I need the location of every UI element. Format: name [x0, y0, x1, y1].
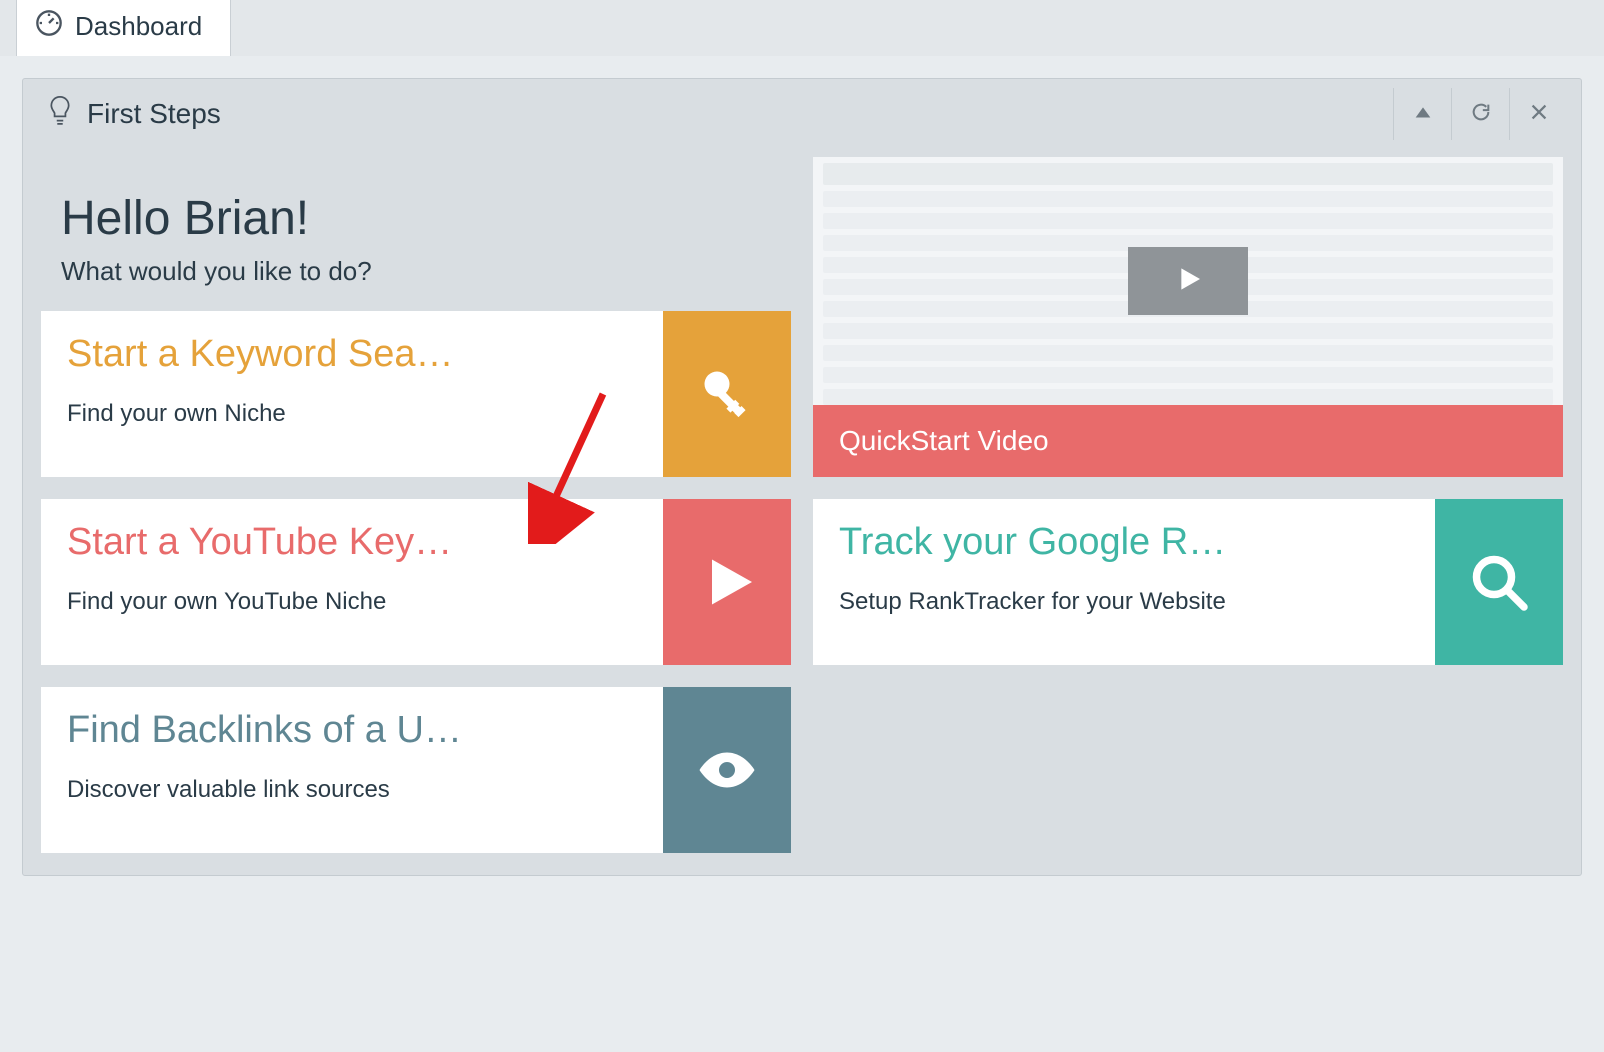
video-play-button[interactable] [1128, 247, 1248, 315]
video-label: QuickStart Video [813, 405, 1563, 477]
close-icon [1528, 101, 1550, 128]
quickstart-video-card[interactable]: QuickStart Video [813, 157, 1563, 477]
find-backlinks-card[interactable]: Find Backlinks of a U… Discover valuable… [41, 687, 791, 853]
gauge-icon [35, 9, 63, 44]
track-card-cell: Track your Google R… Setup RankTracker f… [813, 499, 1563, 665]
first-steps-panel: First Steps [22, 78, 1582, 876]
key-icon [663, 311, 791, 477]
youtube-card-cell: Start a YouTube Key… Find your own YouTu… [41, 499, 791, 665]
card-title: Start a YouTube Key… [67, 521, 637, 564]
tab-label: Dashboard [75, 11, 202, 42]
greeting-sub: What would you like to do? [61, 256, 771, 287]
refresh-button[interactable] [1451, 88, 1509, 140]
keyword-card-cell: Start a Keyword Sea… Find your own Niche [41, 311, 791, 477]
lightbulb-icon [47, 94, 73, 135]
track-google-rankings-card[interactable]: Track your Google R… Setup RankTracker f… [813, 499, 1563, 665]
backlinks-card-cell: Find Backlinks of a U… Discover valuable… [41, 687, 791, 853]
greeting: Hello Brian! What would you like to do? [41, 157, 791, 289]
tab-dashboard[interactable]: Dashboard [16, 0, 231, 56]
start-keyword-search-card[interactable]: Start a Keyword Sea… Find your own Niche [41, 311, 791, 477]
refresh-icon [1470, 101, 1492, 128]
panel-header-actions [1393, 88, 1567, 140]
panel-header: First Steps [23, 79, 1581, 149]
greeting-cell: Hello Brian! What would you like to do? [41, 157, 791, 289]
card-title: Find Backlinks of a U… [67, 709, 637, 752]
video-preview [813, 157, 1563, 405]
card-sub: Find your own YouTube Niche [67, 588, 637, 616]
play-icon [663, 499, 791, 665]
panel-body: Hello Brian! What would you like to do? [23, 149, 1581, 875]
tab-bar: Dashboard [0, 0, 1604, 56]
card-title: Start a Keyword Sea… [67, 333, 637, 376]
collapse-button[interactable] [1393, 88, 1451, 140]
eye-icon [663, 687, 791, 853]
close-button[interactable] [1509, 88, 1567, 140]
start-youtube-keyword-card[interactable]: Start a YouTube Key… Find your own YouTu… [41, 499, 791, 665]
card-sub: Discover valuable link sources [67, 776, 637, 804]
play-icon [1172, 263, 1204, 300]
card-sub: Find your own Niche [67, 400, 637, 428]
greeting-heading: Hello Brian! [61, 191, 771, 246]
empty-cell [813, 687, 1563, 853]
video-cell: QuickStart Video [813, 157, 1563, 477]
card-title: Track your Google R… [839, 521, 1409, 564]
triangle-up-icon [1412, 101, 1434, 128]
search-icon [1435, 499, 1563, 665]
panel-title: First Steps [87, 98, 221, 130]
card-sub: Setup RankTracker for your Website [839, 588, 1409, 616]
